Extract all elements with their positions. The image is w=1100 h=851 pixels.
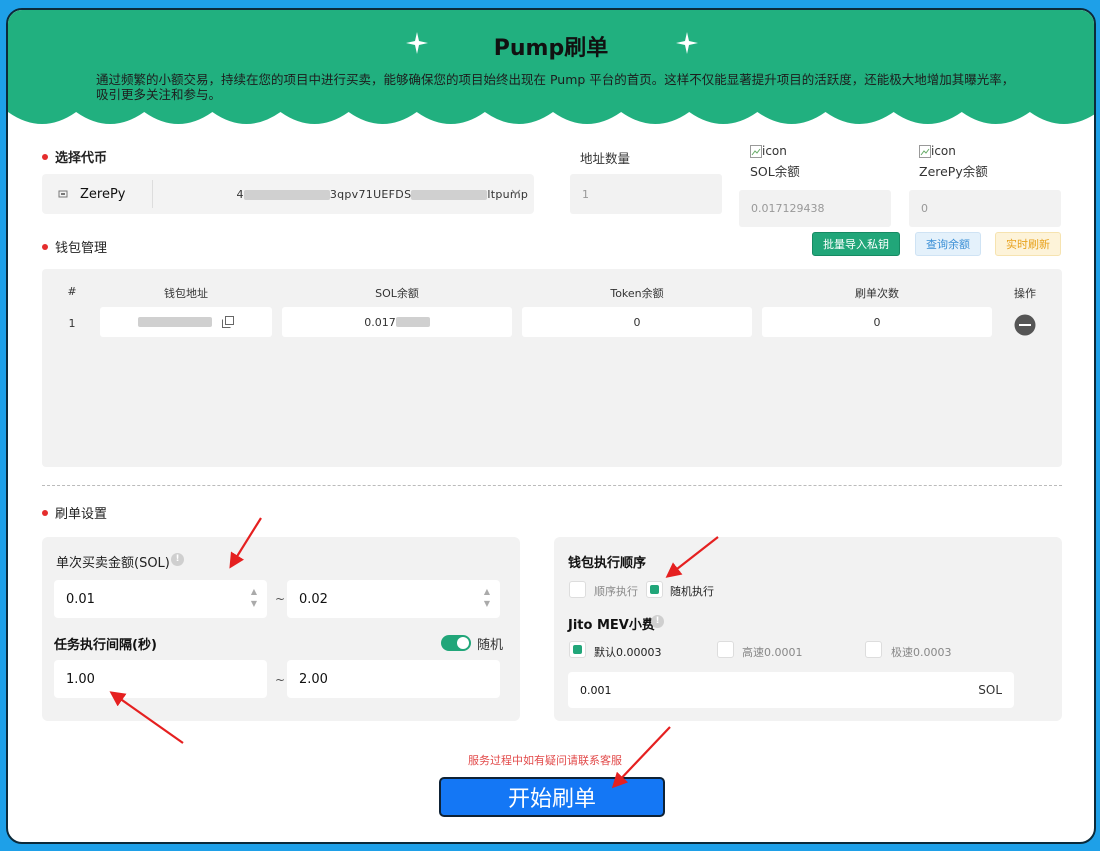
jito-tip-input[interactable]: 0.001 SOL	[568, 672, 1014, 708]
order-sequential-checkbox[interactable]	[569, 581, 586, 598]
amount-min-input[interactable]: 0.01 ▲ ▼	[54, 580, 267, 618]
query-balance-button[interactable]: 查询余额	[915, 232, 981, 256]
jito-turbo-checkbox[interactable]	[865, 641, 882, 658]
batch-import-keys-button[interactable]: 批量导入私钥	[812, 232, 900, 256]
jito-label: Jito MEV小费	[568, 618, 655, 633]
token-address: 4 3qpv71UEFDS ltpump	[236, 187, 529, 201]
page-title: Pump刷单	[493, 36, 609, 61]
column-header: Token余额	[610, 287, 664, 300]
amount-interval-panel: 单次买卖金额(SOL) ! 0.01 ▲ ▼ ~ 0.02 ▲ ▼ 任务执行间隔(秒…	[42, 537, 520, 721]
copy-icon[interactable]	[222, 316, 234, 328]
token-balance-field: 0	[909, 190, 1061, 227]
token-logo-icon	[58, 190, 68, 198]
interval-max-input[interactable]: 2.00	[287, 660, 500, 698]
wallet-address-cell	[100, 307, 272, 337]
address-count-field[interactable]: 1	[570, 174, 722, 214]
interval-min-input[interactable]: 1.00	[54, 660, 267, 698]
wallet-table: # 钱包地址 SOL余额 Token余额 刷单次数 操作 1 0.017 0 0	[42, 269, 1062, 467]
help-icon[interactable]: !	[651, 615, 664, 628]
random-toggle-label: 随机	[477, 638, 504, 653]
jito-fast-checkbox[interactable]	[717, 641, 734, 658]
section-divider	[42, 485, 1062, 486]
start-button[interactable]: 开始刷单	[439, 777, 665, 817]
interval-label: 任务执行间隔(秒)	[54, 638, 157, 653]
required-dot-icon	[42, 153, 48, 160]
token-image-icon: icon	[919, 144, 956, 158]
chevron-down-icon[interactable]	[510, 186, 522, 198]
jito-turbo-label: 极速0.0003	[891, 646, 952, 659]
order-random-label: 随机执行	[670, 585, 714, 598]
sol-balance-cell: 0.017	[282, 307, 512, 337]
token-name: ZerePy	[80, 186, 126, 202]
settings-section-label: 刷单设置	[42, 503, 107, 522]
select-token-label: 选择代币	[42, 147, 107, 166]
support-notice: 服务过程中如有疑问请联系客服	[468, 754, 622, 767]
order-random-checkbox[interactable]	[646, 581, 663, 598]
sol-balance-label: SOL余额	[750, 164, 800, 179]
sol-image-icon: icon	[750, 144, 787, 158]
column-header: 操作	[1014, 287, 1036, 300]
page-description: 通过频繁的小额交易，持续在您的项目中进行买卖，能够确保您的项目始终出现在 Pum…	[96, 72, 1015, 102]
jito-fast-label: 高速0.0001	[742, 646, 803, 659]
token-balance-cell: 0	[522, 307, 752, 337]
required-dot-icon	[42, 243, 48, 250]
jito-default-checkbox[interactable]	[569, 641, 586, 658]
order-jito-panel: 钱包执行顺序 顺序执行 随机执行 Jito MEV小费 ! 默认0.00003 …	[554, 537, 1062, 721]
order-label: 钱包执行顺序	[568, 556, 647, 571]
range-separator: ~	[275, 592, 286, 606]
live-refresh-button[interactable]: 实时刷新	[995, 232, 1061, 256]
column-header: 刷单次数	[855, 287, 899, 300]
stepper-arrows-icon[interactable]: ▲ ▼	[251, 586, 257, 610]
remove-wallet-icon[interactable]	[1014, 314, 1036, 336]
divider	[151, 180, 153, 208]
row-index: 1	[68, 317, 76, 330]
wallet-section-label: 钱包管理	[42, 237, 107, 256]
sol-balance-field: 0.017129438	[739, 190, 891, 227]
unit-label: SOL	[978, 683, 1002, 697]
address-count-label: 地址数量	[580, 151, 631, 166]
column-header: #	[67, 285, 77, 298]
order-sequential-label: 顺序执行	[594, 585, 638, 598]
token-select[interactable]: ZerePy 4 3qpv71UEFDS ltpump	[42, 174, 534, 214]
main-card: Pump刷单 通过频繁的小额交易，持续在您的项目中进行买卖，能够确保您的项目始终…	[6, 8, 1096, 844]
required-dot-icon	[42, 509, 48, 516]
amount-max-input[interactable]: 0.02 ▲ ▼	[287, 580, 500, 618]
jito-default-label: 默认0.00003	[594, 646, 662, 659]
help-icon[interactable]: !	[171, 553, 184, 566]
swap-count-cell: 0	[762, 307, 992, 337]
column-header: 钱包地址	[164, 287, 208, 300]
range-separator: ~	[275, 673, 286, 687]
token-balance-label: ZerePy余额	[919, 164, 988, 179]
column-header: SOL余额	[375, 287, 419, 300]
random-interval-toggle[interactable]	[441, 635, 471, 651]
stepper-arrows-icon[interactable]: ▲ ▼	[484, 586, 490, 610]
header-banner: Pump刷单 通过频繁的小额交易，持续在您的项目中进行买卖，能够确保您的项目始终…	[8, 10, 1094, 140]
amount-label: 单次买卖金额(SOL)	[56, 556, 170, 571]
